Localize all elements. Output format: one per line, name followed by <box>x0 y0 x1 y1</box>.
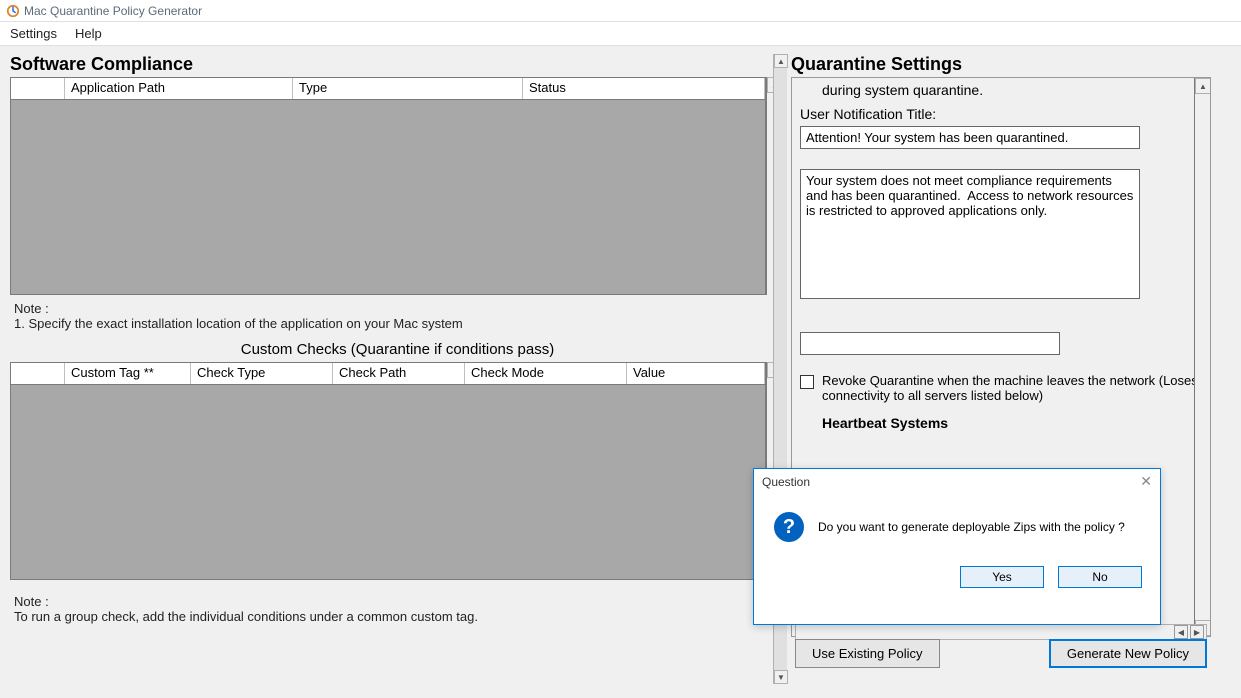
revoke-quarantine-checkbox[interactable] <box>800 375 814 389</box>
menu-settings[interactable]: Settings <box>10 26 57 41</box>
quarantine-settings-title: Quarantine Settings <box>791 54 1211 75</box>
note-label-2: Note : <box>10 594 785 609</box>
scroll-up-icon[interactable]: ▲ <box>1195 78 1211 94</box>
scroll-up-icon[interactable]: ▲ <box>774 54 788 68</box>
applications-table[interactable]: Application Path Type Status <box>10 77 766 295</box>
col-blank[interactable] <box>11 78 65 99</box>
right-horizontal-scrollbar[interactable]: ◀ ▶ <box>795 624 1207 640</box>
dialog-title: Question <box>762 475 810 489</box>
col2-blank[interactable] <box>11 363 65 384</box>
scroll-right-icon[interactable]: ▶ <box>1190 625 1204 639</box>
note-label-1: Note : <box>10 301 785 316</box>
extra-input[interactable] <box>800 332 1060 355</box>
menu-help[interactable]: Help <box>75 26 102 41</box>
notification-body-textarea[interactable] <box>800 169 1140 299</box>
question-icon: ? <box>774 512 804 542</box>
col-application-path[interactable]: Application Path <box>65 78 293 99</box>
app-icon <box>6 4 20 18</box>
col-custom-tag[interactable]: Custom Tag ** <box>65 363 191 384</box>
heartbeat-systems-label: Heartbeat Systems <box>822 415 1202 431</box>
menubar: Settings Help <box>0 22 1241 46</box>
col-value[interactable]: Value <box>627 363 765 384</box>
applications-table-header: Application Path Type Status <box>11 78 765 100</box>
use-existing-policy-button[interactable]: Use Existing Policy <box>795 639 940 668</box>
yes-button[interactable]: Yes <box>960 566 1044 588</box>
note-text-1: 1. Specify the exact installation locati… <box>10 316 785 331</box>
custom-checks-table-header: Custom Tag ** Check Type Check Path Chec… <box>11 363 765 385</box>
scroll-left-icon[interactable]: ◀ <box>1174 625 1188 639</box>
generate-new-policy-button[interactable]: Generate New Policy <box>1049 639 1207 668</box>
software-compliance-title: Software Compliance <box>10 54 785 75</box>
col-type[interactable]: Type <box>293 78 523 99</box>
col-check-type[interactable]: Check Type <box>191 363 333 384</box>
custom-checks-title: Custom Checks (Quarantine if conditions … <box>10 341 785 358</box>
question-dialog: Question ✕ ? Do you want to generate dep… <box>753 468 1161 625</box>
revoke-quarantine-label: Revoke Quarantine when the machine leave… <box>822 373 1202 403</box>
scroll-down-icon[interactable]: ▼ <box>774 670 788 684</box>
col-status[interactable]: Status <box>523 78 765 99</box>
no-button[interactable]: No <box>1058 566 1142 588</box>
custom-checks-table[interactable]: Custom Tag ** Check Type Check Path Chec… <box>10 362 766 580</box>
dialog-message: Do you want to generate deployable Zips … <box>818 520 1125 534</box>
notification-title-input[interactable] <box>800 126 1140 149</box>
close-icon[interactable]: ✕ <box>1140 473 1152 490</box>
col-check-path[interactable]: Check Path <box>333 363 465 384</box>
col-check-mode[interactable]: Check Mode <box>465 363 627 384</box>
titlebar: Mac Quarantine Policy Generator <box>0 0 1241 22</box>
notification-title-label: User Notification Title: <box>800 106 1202 122</box>
right-pane-scrollbar[interactable]: ▲ ▼ <box>1194 78 1210 636</box>
note-text-2: To run a group check, add the individual… <box>10 609 785 624</box>
window-title: Mac Quarantine Policy Generator <box>24 4 202 18</box>
partial-line: during system quarantine. <box>800 82 1202 98</box>
